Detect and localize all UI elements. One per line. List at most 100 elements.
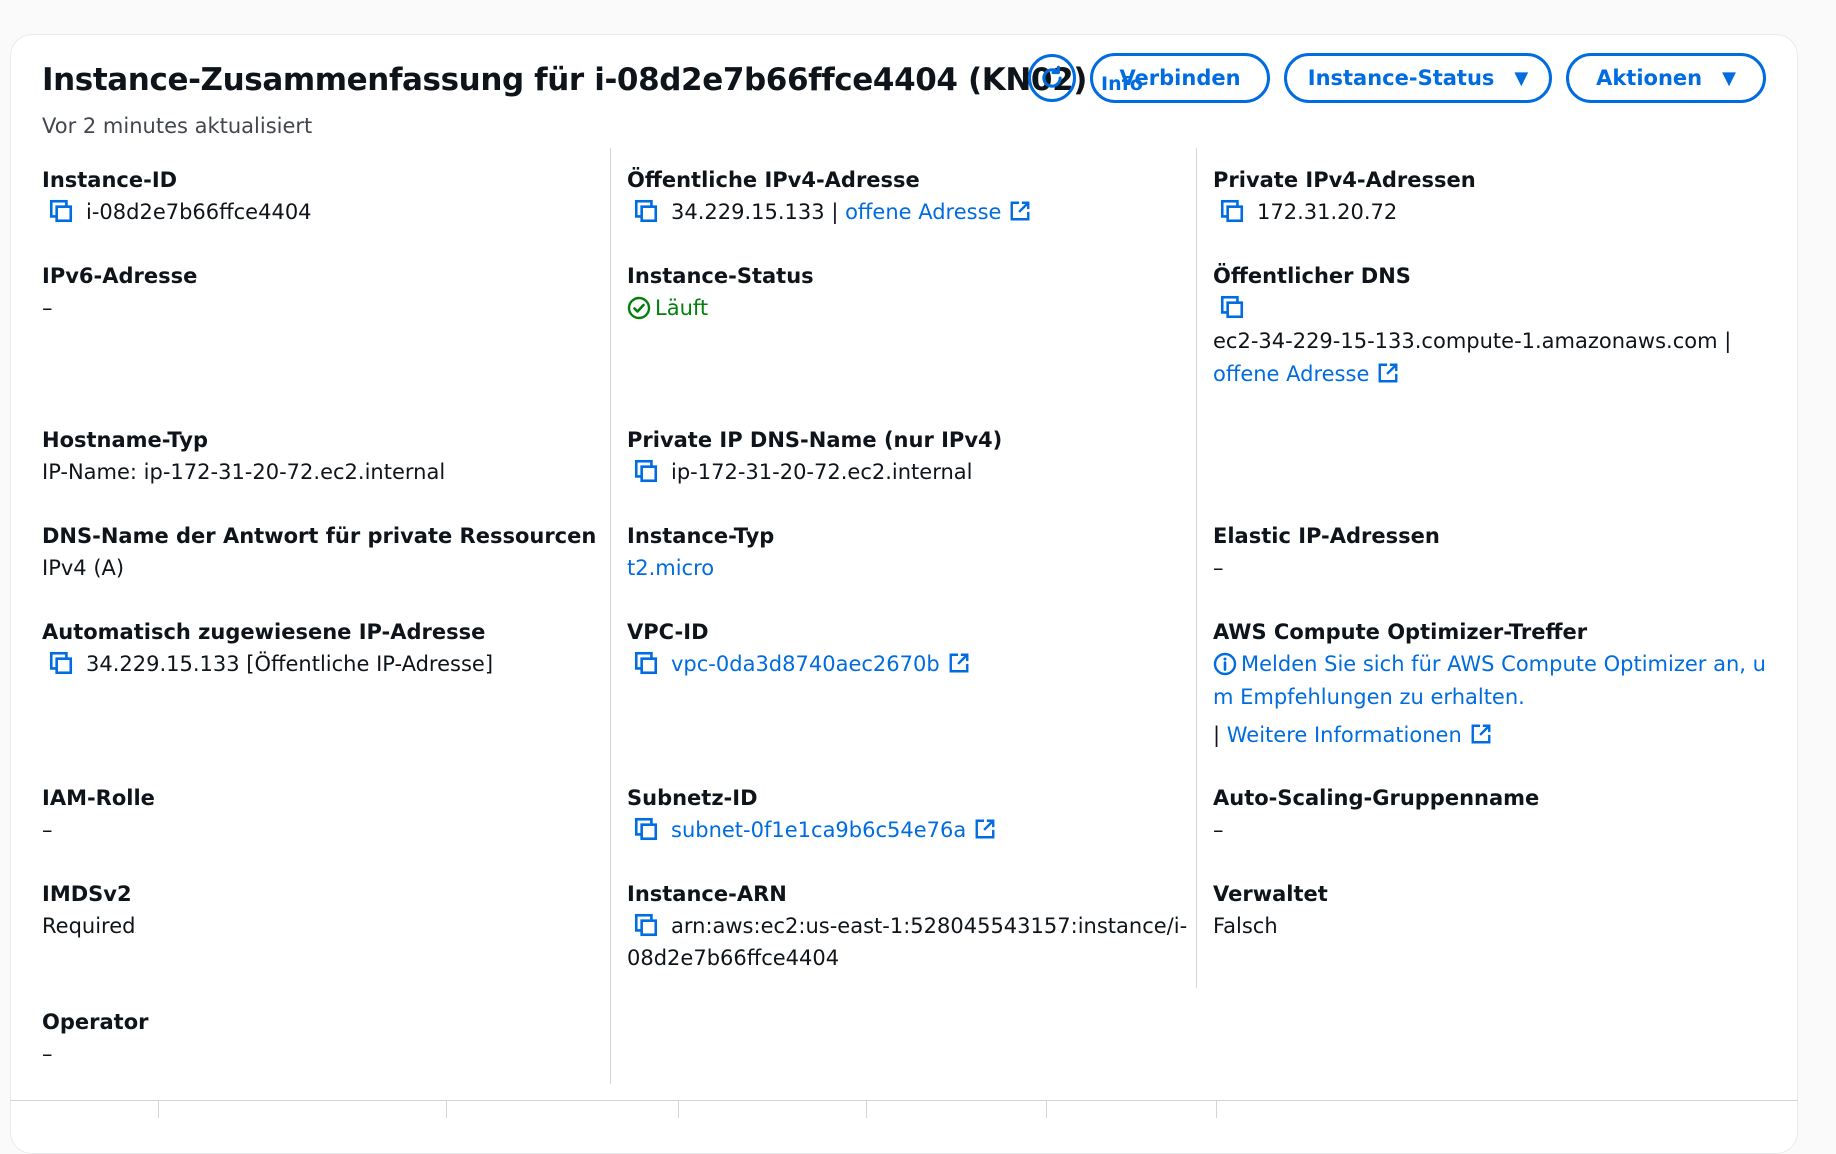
- auto-ip-value: 34.229.15.133 [Öffentliche IP-Adresse]: [86, 652, 494, 676]
- dns-answer-value: IPv4 (A): [42, 556, 125, 580]
- ipv6-value: –: [42, 296, 53, 320]
- instance-type-link[interactable]: t2.micro: [627, 552, 774, 584]
- field-managed: Verwaltet Falsch: [1213, 879, 1328, 942]
- tab-separator: [1046, 1100, 1047, 1118]
- tab-separator: [446, 1100, 447, 1118]
- external-link-icon[interactable]: [1009, 200, 1031, 222]
- hostname-type-value: IP-Name: ip-172-31-20-72.ec2.internal: [42, 460, 446, 484]
- operator-value: –: [42, 1042, 53, 1066]
- tab-separator: [678, 1100, 679, 1118]
- field-instance-id: Instance-ID i-08d2e7b66ffce4404: [42, 165, 312, 228]
- field-private-dns: Private IP DNS-Name (nur IPv4) ip-172-31…: [627, 425, 1002, 488]
- open-address-link[interactable]: offene Adresse: [845, 200, 1001, 224]
- vpc-id-link[interactable]: vpc-0da3d8740aec2670b: [671, 652, 940, 676]
- copy-icon[interactable]: [1219, 198, 1245, 224]
- field-imdsv2: IMDSv2 Required: [42, 879, 135, 942]
- field-instance-type: Instance-Typ t2.micro: [627, 521, 774, 584]
- subnet-id-link[interactable]: subnet-0f1e1ca9b6c54e76a: [671, 818, 966, 842]
- field-dns-answer: DNS-Name der Antwort für private Ressour…: [42, 521, 596, 584]
- header-actions: Verbinden Instance-Status ▼ Aktionen ▼: [1028, 53, 1766, 103]
- copy-icon[interactable]: [633, 650, 659, 676]
- elastic-ip-value: –: [1213, 556, 1224, 580]
- field-label: Elastic IP-Adressen: [1213, 524, 1440, 548]
- open-address-link[interactable]: offene Adresse: [1213, 362, 1369, 386]
- caret-down-icon: ▼: [1514, 67, 1529, 89]
- field-label: AWS Compute Optimizer-Treffer: [1213, 620, 1588, 644]
- instance-state-label: Instance-Status: [1307, 66, 1495, 90]
- field-auto-ip: Automatisch zugewiesene IP-Adresse 34.22…: [42, 617, 493, 680]
- tab-separator: [158, 1100, 159, 1118]
- copy-icon[interactable]: [633, 198, 659, 224]
- field-label: Instance-Typ: [627, 524, 775, 548]
- field-label: Instance-Status: [627, 264, 814, 288]
- info-circle-icon: [1213, 652, 1237, 676]
- separator: |: [1213, 723, 1227, 747]
- field-asg-name: Auto-Scaling-Gruppenname –: [1213, 783, 1539, 846]
- imdsv2-value: Required: [42, 914, 136, 938]
- public-dns-value: ec2-34-229-15-133.compute-1.amazonaws.co…: [1213, 329, 1732, 353]
- actions-button[interactable]: Aktionen ▼: [1566, 53, 1766, 103]
- copy-icon[interactable]: [633, 912, 659, 938]
- field-label: IAM-Rolle: [42, 786, 155, 810]
- tabs-divider: [10, 1100, 1798, 1101]
- optimizer-optin-link-line2[interactable]: m Empfehlungen zu erhalten.: [1213, 681, 1766, 713]
- field-label: Hostname-Typ: [42, 428, 208, 452]
- field-instance-status: Instance-Status Läuft: [627, 261, 814, 324]
- managed-value: Falsch: [1213, 914, 1278, 938]
- field-hostname-type: Hostname-Typ IP-Name: ip-172-31-20-72.ec…: [42, 425, 445, 488]
- external-link-icon[interactable]: [1470, 723, 1492, 745]
- connect-button-label: Verbinden: [1119, 66, 1241, 90]
- check-circle-icon: [627, 296, 651, 320]
- field-public-ipv4: Öffentliche IPv4-Adresse 34.229.15.133 |…: [627, 165, 1031, 228]
- title-row: Instance-Zusammenfassung für i-08d2e7b66…: [42, 56, 1143, 104]
- field-label: Instance-ID: [42, 168, 178, 192]
- field-label: Verwaltet: [1213, 882, 1328, 906]
- learn-more-link[interactable]: Weitere Informationen: [1227, 723, 1462, 747]
- field-public-dns: Öffentlicher DNS ec2-34-229-15-133.compu…: [1213, 261, 1731, 390]
- field-vpc-id: VPC-ID vpc-0da3d8740aec2670b: [627, 617, 970, 680]
- iam-role-value: –: [42, 818, 53, 842]
- tab-separator: [1216, 1100, 1217, 1118]
- field-label: Öffentliche IPv4-Adresse: [627, 168, 920, 192]
- field-label: Automatisch zugewiesene IP-Adresse: [42, 620, 486, 644]
- separator: |: [824, 200, 846, 224]
- private-ipv4-value: 172.31.20.72: [1257, 200, 1398, 224]
- asg-name-value: –: [1213, 818, 1224, 842]
- field-label: Öffentlicher DNS: [1213, 264, 1411, 288]
- copy-icon[interactable]: [633, 816, 659, 842]
- copy-icon[interactable]: [48, 650, 74, 676]
- field-label: VPC-ID: [627, 620, 709, 644]
- field-label: Operator: [42, 1010, 149, 1034]
- field-operator: Operator –: [42, 1007, 148, 1070]
- public-ipv4-value: 34.229.15.133: [671, 200, 825, 224]
- field-label: Subnetz-ID: [627, 786, 758, 810]
- connect-button[interactable]: Verbinden: [1090, 53, 1270, 103]
- field-label: Instance-ARN: [627, 882, 787, 906]
- copy-icon[interactable]: [48, 198, 74, 224]
- instance-arn-value-line2: 08d2e7b66ffce4404: [627, 946, 840, 970]
- refresh-icon: [1042, 65, 1062, 88]
- field-label: IMDSv2: [42, 882, 132, 906]
- external-link-icon[interactable]: [1377, 362, 1399, 384]
- instance-state-button[interactable]: Instance-Status ▼: [1284, 53, 1552, 103]
- field-instance-arn: Instance-ARN arn:aws:ec2:us-east-1:52804…: [627, 879, 1187, 974]
- field-compute-optimizer: AWS Compute Optimizer-Treffer Melden Sie…: [1213, 617, 1766, 751]
- copy-icon[interactable]: [1219, 294, 1245, 320]
- instance-id-value: i-08d2e7b66ffce4404: [86, 200, 312, 224]
- external-link-icon[interactable]: [948, 652, 970, 674]
- field-label: Auto-Scaling-Gruppenname: [1213, 786, 1540, 810]
- copy-icon[interactable]: [633, 458, 659, 484]
- page-title: Instance-Zusammenfassung für i-08d2e7b66…: [42, 62, 1088, 98]
- field-label: IPv6-Adresse: [42, 264, 198, 288]
- caret-down-icon: ▼: [1722, 67, 1736, 89]
- actions-button-label: Aktionen: [1596, 66, 1703, 90]
- field-elastic-ip: Elastic IP-Adressen –: [1213, 521, 1440, 584]
- field-label: DNS-Name der Antwort für private Ressour…: [42, 524, 597, 548]
- optimizer-optin-link[interactable]: Melden Sie sich für AWS Compute Optimize…: [1241, 652, 1766, 676]
- updated-timestamp: Vor 2 minutes aktualisiert: [42, 114, 313, 138]
- instance-arn-value-line1: arn:aws:ec2:us-east-1:528045543157:insta…: [671, 914, 1188, 938]
- refresh-button[interactable]: [1028, 54, 1076, 102]
- external-link-icon[interactable]: [974, 818, 996, 840]
- column-divider: [1196, 148, 1197, 988]
- field-ipv6: IPv6-Adresse –: [42, 261, 197, 324]
